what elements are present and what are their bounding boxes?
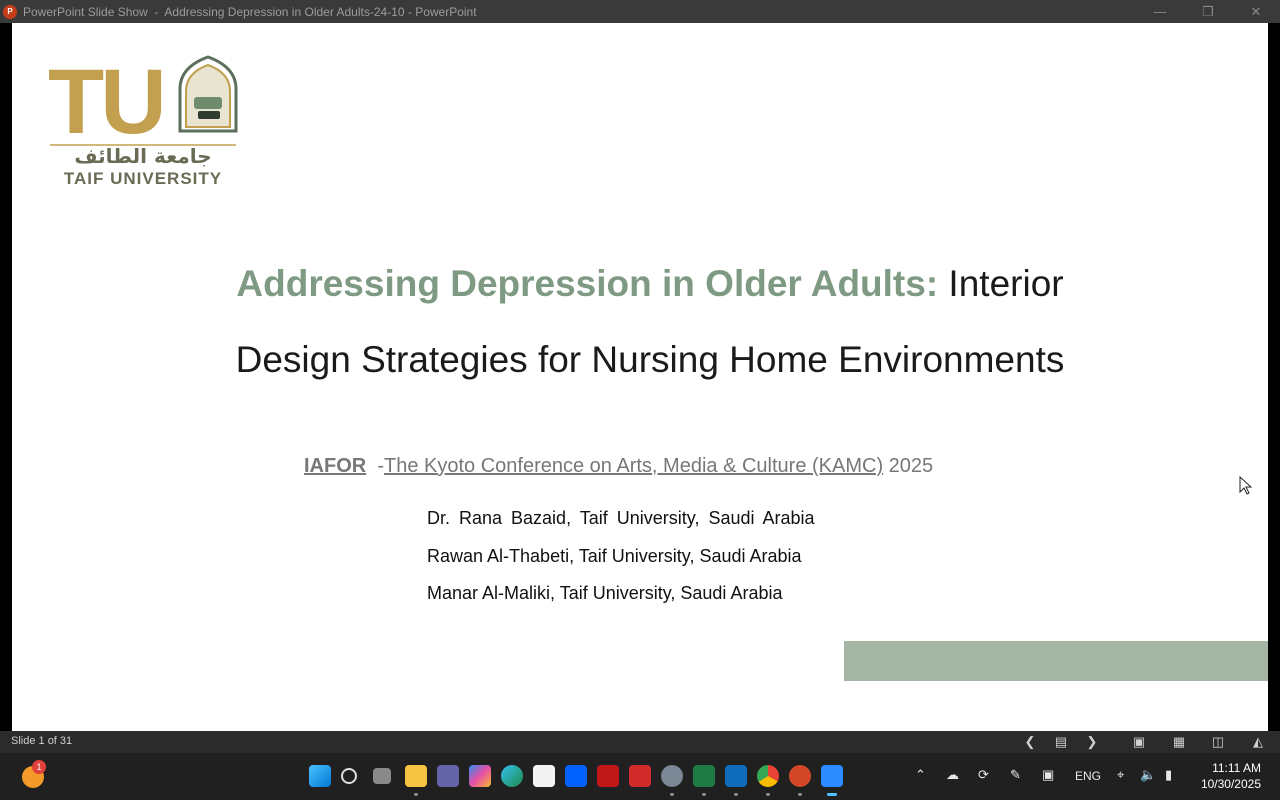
minimize-icon: — xyxy=(1153,4,1167,19)
teams-icon[interactable] xyxy=(437,765,459,787)
volume-icon[interactable]: 🔈 xyxy=(1140,767,1156,783)
notification-badge: 1 xyxy=(32,760,46,774)
chrome-icon[interactable] xyxy=(757,765,779,787)
minimize-button[interactable]: — xyxy=(1136,0,1184,23)
clock[interactable]: 11:11 AM 10/30/2025 xyxy=(1201,760,1261,792)
settings-icon[interactable] xyxy=(661,765,683,787)
decorative-accent-bar xyxy=(844,641,1268,681)
chevron-up-icon[interactable]: ⌃ xyxy=(915,767,926,783)
logo-letters: TU xyxy=(48,53,163,153)
conference-name-link[interactable]: The Kyoto Conference on Arts, Media & Cu… xyxy=(384,455,883,477)
close-button[interactable]: ✕ xyxy=(1232,0,1280,23)
clock-time: 11:11 AM xyxy=(1212,761,1261,775)
windows-taskbar: 1 ⌃ ☁ ⟳ ✎ ▣ ENG ⌖ 🔈 ▮ 11:11 AM 10/30/202… xyxy=(0,753,1280,800)
slide-notes-icon[interactable]: ▤ xyxy=(1051,733,1071,751)
slide-title-line2: Design Strategies for Nursing Home Envir… xyxy=(235,339,1065,380)
powerpoint-icon[interactable] xyxy=(789,765,811,787)
mouse-cursor-icon xyxy=(1239,476,1252,495)
slide-show-area[interactable]: TU جامعة الطائف TAIF UNIVERSITY Addressi… xyxy=(0,23,1280,731)
task-view-icon[interactable] xyxy=(373,768,391,784)
logo-english-name: TAIF UNIVERSITY xyxy=(64,169,222,188)
slide-show-icon[interactable]: ◭ xyxy=(1248,733,1268,751)
mcafee-icon[interactable] xyxy=(597,765,619,787)
cloud-icon[interactable]: ☁ xyxy=(946,767,959,783)
battery-icon[interactable]: ▮ xyxy=(1165,767,1172,783)
author-3: Manar Al-Maliki, Taif University, Saudi … xyxy=(427,583,783,603)
wifi-icon[interactable]: ⌖ xyxy=(1117,767,1124,783)
slide[interactable]: TU جامعة الطائف TAIF UNIVERSITY Addressi… xyxy=(12,23,1268,731)
taif-university-logo: TU جامعة الطائف TAIF UNIVERSITY xyxy=(48,53,238,188)
edge-icon[interactable] xyxy=(501,765,523,787)
author-1: Dr. Rana Bazaid, Taif University, Saudi … xyxy=(427,508,815,528)
conference-year: 2025 xyxy=(883,455,934,477)
previous-icon[interactable]: ❮ xyxy=(1020,733,1040,751)
tray-app-icon[interactable]: ▣ xyxy=(1042,767,1054,783)
conference-line: IAFOR -The Kyoto Conference on Arts, Med… xyxy=(304,455,933,478)
reading-view-icon[interactable]: ◫ xyxy=(1208,733,1228,751)
outlook-icon[interactable] xyxy=(725,765,747,787)
logo-arabic-name: جامعة الطائف xyxy=(74,144,211,168)
slide-sorter-icon[interactable]: ▦ xyxy=(1169,733,1189,751)
file-explorer-icon[interactable] xyxy=(405,765,427,787)
restore-button[interactable]: ❐ xyxy=(1184,0,1232,23)
dropbox-icon[interactable] xyxy=(565,765,587,787)
pen-icon[interactable]: ✎ xyxy=(1010,767,1021,783)
author-2: Rawan Al-Thabeti, Taif University, Saudi… xyxy=(427,546,802,566)
zoom-icon[interactable] xyxy=(821,765,843,787)
excel-icon[interactable] xyxy=(693,765,715,787)
copilot-icon[interactable] xyxy=(469,765,491,787)
slideshow-statusbar: Slide 1 of 31 ❮ ▤ ❯ ▣ ▦ ◫ ◭ xyxy=(0,731,1280,753)
clock-date: 10/30/2025 xyxy=(1200,777,1261,791)
powerpoint-icon: P xyxy=(3,4,17,19)
search-icon[interactable] xyxy=(341,768,357,784)
normal-view-icon[interactable]: ▣ xyxy=(1129,733,1149,751)
window-title: PowerPoint Slide Show - Addressing Depre… xyxy=(23,4,477,19)
sync-icon[interactable]: ⟳ xyxy=(978,767,989,783)
start-icon[interactable] xyxy=(309,765,331,787)
window-titlebar: P PowerPoint Slide Show - Addressing Dep… xyxy=(0,0,1280,23)
app-icon[interactable] xyxy=(629,765,651,787)
conference-dash: - xyxy=(366,455,384,477)
conference-org-link[interactable]: IAFOR xyxy=(304,455,366,477)
slide-counter: Slide 1 of 31 xyxy=(11,735,73,747)
close-icon: ✕ xyxy=(1250,3,1262,19)
restore-icon: ❐ xyxy=(1202,3,1214,19)
store-icon[interactable] xyxy=(533,765,555,787)
slide-title-line1: Addressing Depression in Older Adults: I… xyxy=(12,263,1268,305)
title-rest: Interior xyxy=(938,263,1064,304)
next-icon[interactable]: ❯ xyxy=(1082,733,1102,751)
language-indicator[interactable]: ENG xyxy=(1075,769,1101,783)
title-accent: Addressing Depression in Older Adults: xyxy=(236,263,939,304)
